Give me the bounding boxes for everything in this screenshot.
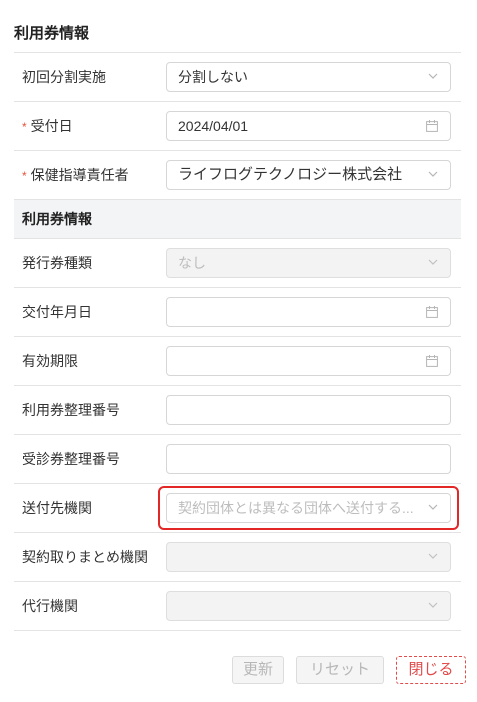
guidance-person-select[interactable]: ライフログテクノロジー株式会社 [166,160,451,190]
row-send-to: 送付先機関 契約団体とは異なる団体へ送付する... [14,484,461,533]
issue-date-label: 交付年月日 [22,304,92,320]
ticket-form: 初回分割実施 分割しない * 受付日 2024/04/01 * 保健指導責任者 ライ… [14,52,461,631]
chevron-down-icon [428,602,438,608]
received-date-value: 2024/04/01 [178,118,249,134]
expiry-label: 有効期限 [22,353,78,369]
expiry-input[interactable] [166,346,451,376]
calendar-icon[interactable] [426,355,438,367]
required-mark: * [22,120,27,134]
row-ticket-number: 利用券整理番号 [14,386,461,435]
chevron-down-icon [428,73,438,79]
row-ticket-type: 発行券種類 なし [14,239,461,288]
chevron-down-icon [428,504,438,510]
send-to-label: 送付先機関 [22,500,92,516]
split-select[interactable]: 分割しない [166,62,451,92]
contract-agg-label: 契約取りまとめ機関 [22,549,148,565]
reset-button[interactable]: リセット [296,656,384,684]
guidance-person-label: * 保健指導責任者 [22,151,129,199]
chevron-down-icon [428,259,438,265]
row-consult-number: 受診券整理番号 [14,435,461,484]
ticket-number-input[interactable] [166,395,451,425]
received-date-label: * 受付日 [22,102,73,150]
chevron-down-icon [428,553,438,559]
send-to-placeholder: 契約団体とは異なる団体へ送付する... [178,500,414,516]
update-button[interactable]: 更新 [232,656,284,684]
row-issue-date: 交付年月日 [14,288,461,337]
row-contract-agg: 契約取りまとめ機関 [14,533,461,582]
calendar-icon[interactable] [426,120,438,132]
row-split: 初回分割実施 分割しない [14,53,461,102]
row-expiry: 有効期限 [14,337,461,386]
consult-number-input[interactable] [166,444,451,474]
section-header: 利用券情報 [14,200,461,239]
ticket-type-select[interactable]: なし [166,248,451,278]
consult-number-label: 受診券整理番号 [22,451,120,467]
required-mark: * [22,169,27,183]
guidance-person-label-text: 保健指導責任者 [30,167,129,183]
close-button[interactable]: 閉じる [396,656,466,684]
section-title: 利用券情報 [22,211,92,227]
received-date-input[interactable]: 2024/04/01 [166,111,451,141]
ticket-type-value: なし [178,255,206,271]
chevron-down-icon [428,171,438,177]
split-value: 分割しない [178,69,248,85]
agency-label: 代行機関 [22,598,78,614]
guidance-person-value: ライフログテクノロジー株式会社 [178,166,403,183]
row-agency: 代行機関 [14,582,461,631]
row-received-date: * 受付日 2024/04/01 [14,102,461,151]
send-to-select[interactable]: 契約団体とは異なる団体へ送付する... [166,493,451,523]
contract-agg-select[interactable] [166,542,451,572]
ticket-number-label: 利用券整理番号 [22,402,120,418]
issue-date-input[interactable] [166,297,451,327]
ticket-type-label: 発行券種類 [22,255,92,271]
split-label: 初回分割実施 [22,69,106,85]
received-date-label-text: 受付日 [30,118,73,134]
calendar-icon[interactable] [426,306,438,318]
footer-buttons: 更新 リセット 閉じる [0,656,477,684]
row-guidance-person: * 保健指導責任者 ライフログテクノロジー株式会社 [14,151,461,200]
agency-select[interactable] [166,591,451,621]
page-title: 利用券情報 [14,25,90,42]
